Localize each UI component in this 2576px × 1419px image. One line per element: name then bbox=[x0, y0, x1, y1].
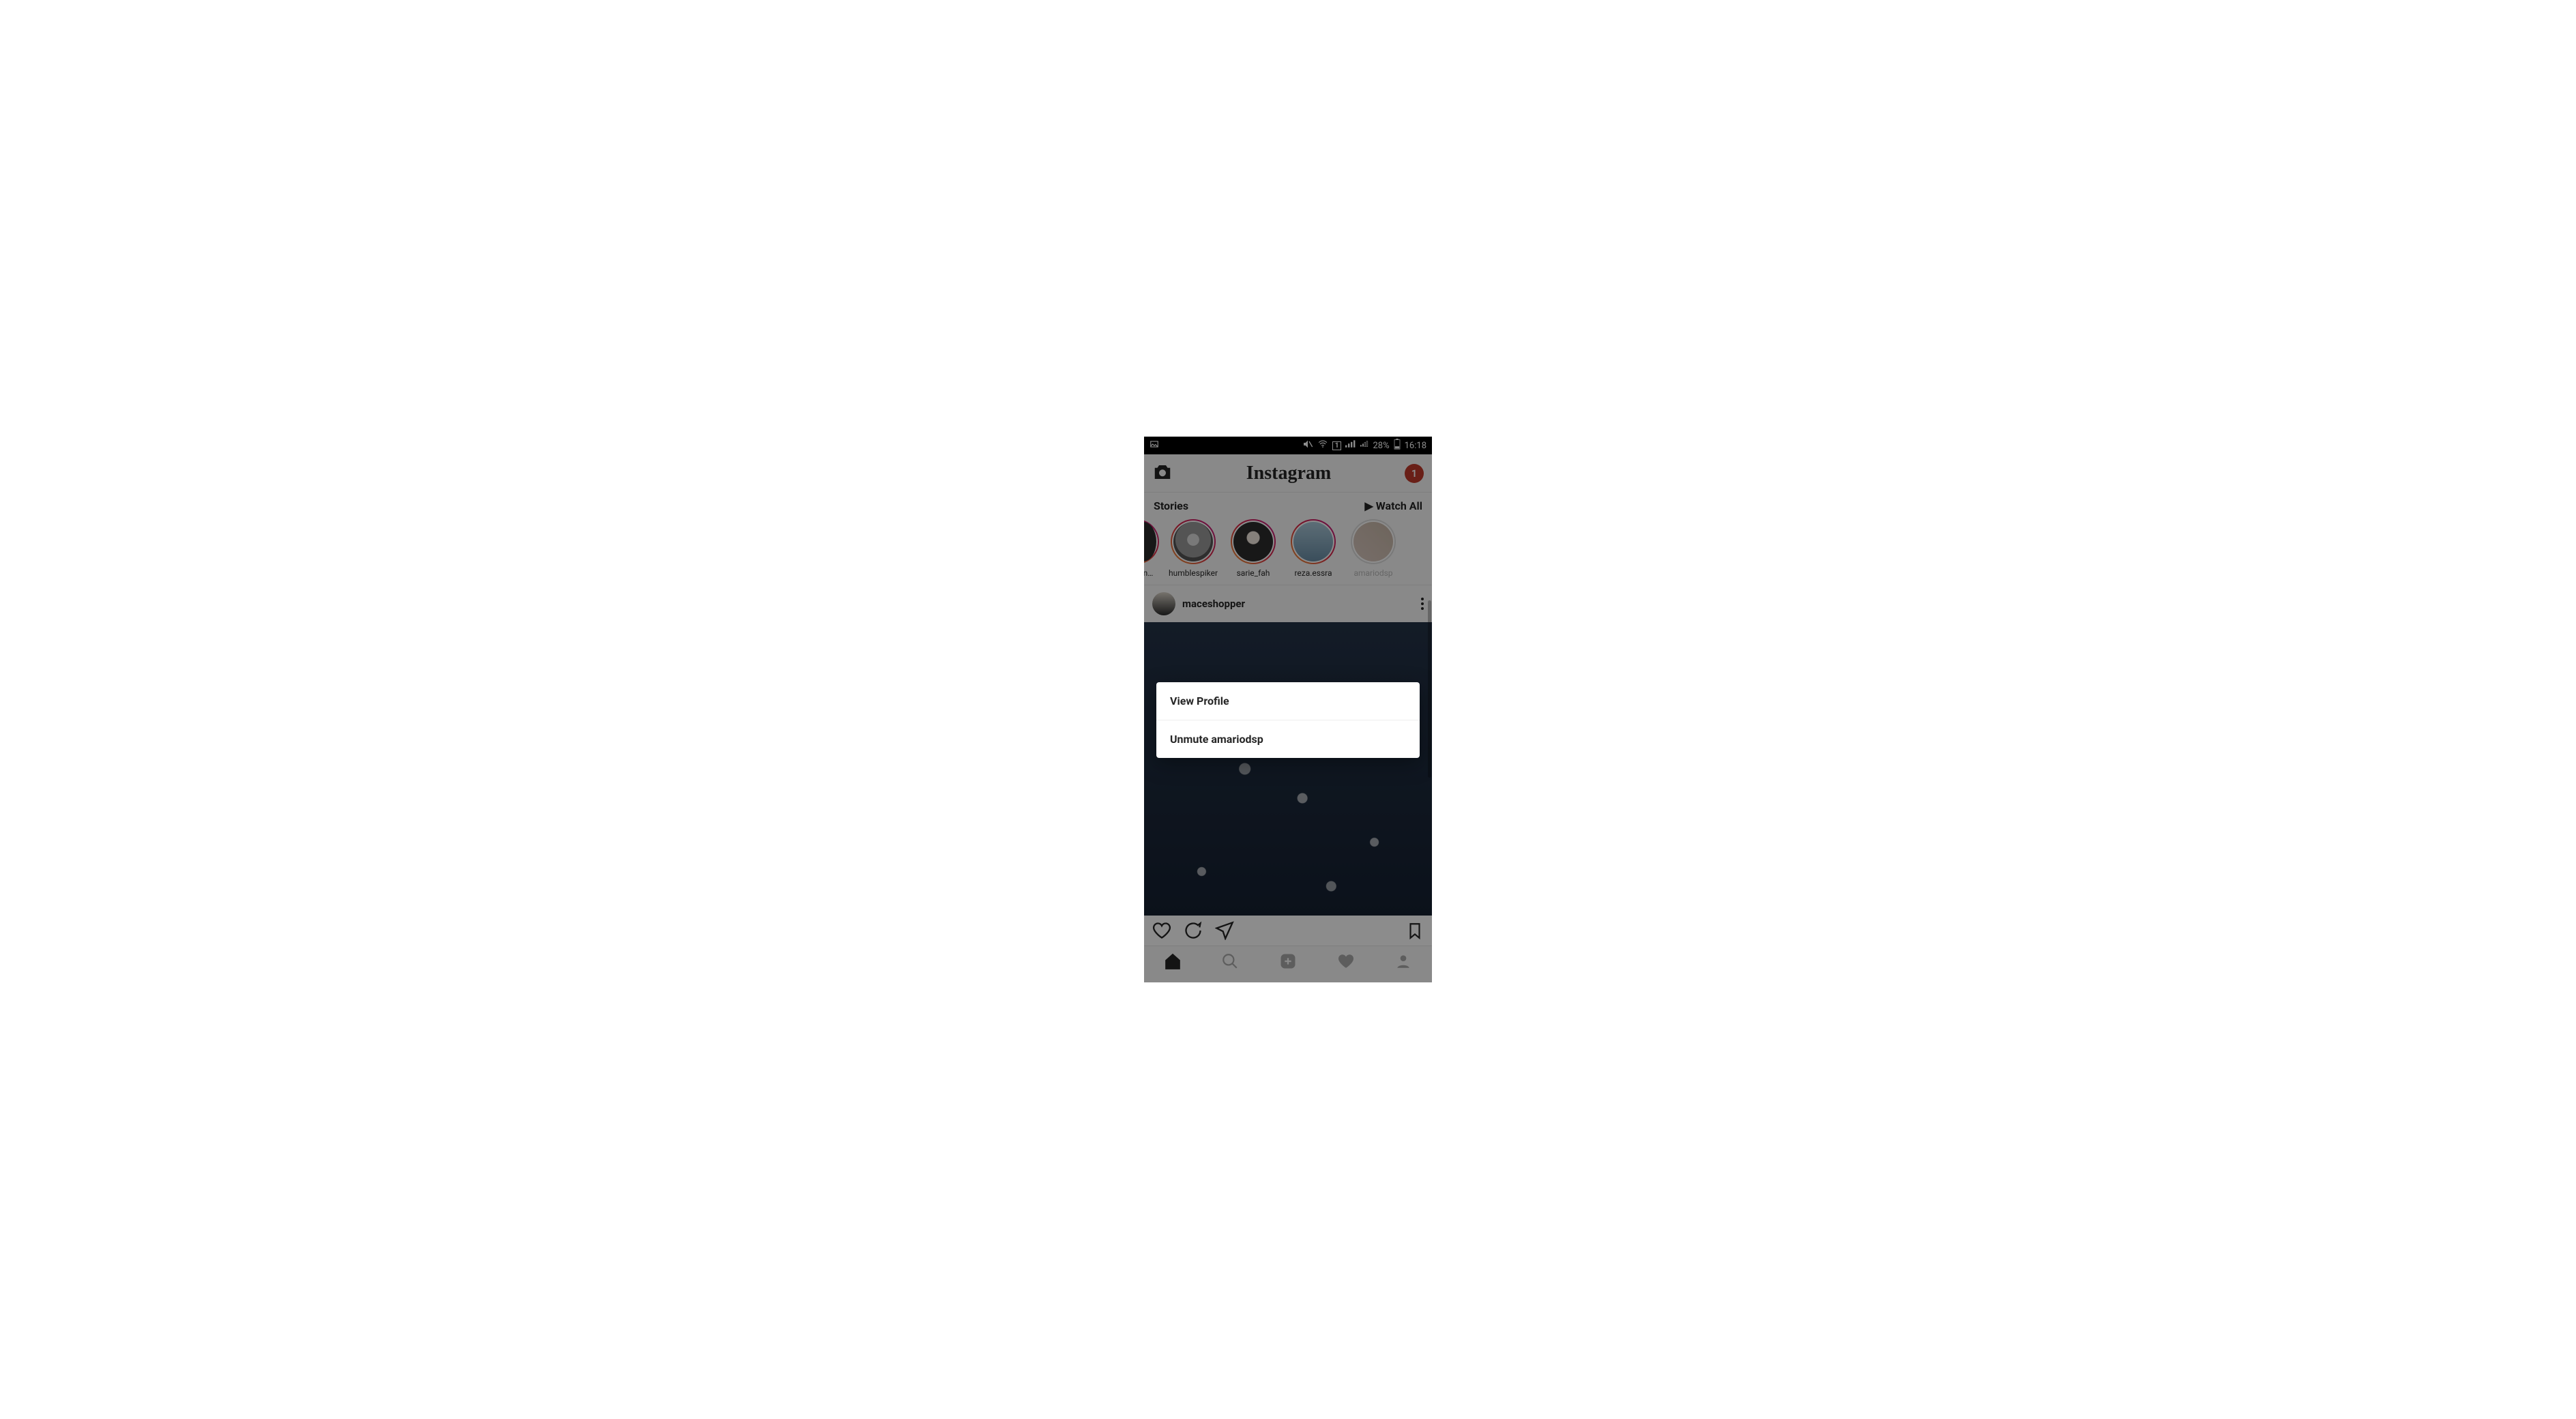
unmute-option[interactable]: Unmute amariodsp bbox=[1156, 720, 1420, 758]
post-options-icon[interactable] bbox=[1421, 598, 1424, 610]
story-item[interactable]: sarie_fah bbox=[1229, 519, 1278, 578]
clock-time: 16:18 bbox=[1405, 441, 1426, 451]
scrollbar-indicator bbox=[1428, 600, 1431, 778]
camera-icon[interactable] bbox=[1152, 463, 1173, 484]
post-header: maceshopper bbox=[1144, 585, 1432, 622]
story-item[interactable]: ikin… bbox=[1144, 519, 1158, 578]
instagram-logo: Instagram bbox=[1246, 463, 1331, 484]
app-bar: Instagram 1 bbox=[1144, 454, 1432, 493]
story-username: ikin… bbox=[1144, 568, 1153, 578]
nav-add-icon[interactable] bbox=[1278, 952, 1298, 974]
mute-icon bbox=[1302, 439, 1313, 452]
stories-title: Stories bbox=[1154, 499, 1188, 512]
phone-screen: 1 28% 16:18 Instagram 1 Stories ▶ Watch … bbox=[1144, 437, 1432, 982]
nav-profile-icon[interactable] bbox=[1394, 952, 1412, 973]
dm-badge[interactable]: 1 bbox=[1405, 464, 1424, 483]
sim-indicator: 1 bbox=[1332, 441, 1342, 450]
story-item[interactable]: humblespiker bbox=[1169, 519, 1218, 578]
battery-icon bbox=[1394, 439, 1401, 452]
watch-all-button[interactable]: ▶ Watch All bbox=[1364, 499, 1422, 512]
view-profile-option[interactable]: View Profile bbox=[1156, 682, 1420, 720]
play-icon: ▶ bbox=[1364, 499, 1373, 512]
comment-icon[interactable] bbox=[1184, 921, 1203, 943]
bottom-nav bbox=[1144, 946, 1432, 978]
share-icon[interactable] bbox=[1215, 921, 1234, 943]
story-item-muted[interactable]: amariodsp bbox=[1349, 519, 1398, 578]
wifi-icon bbox=[1317, 439, 1328, 452]
story-username: sarie_fah bbox=[1237, 568, 1270, 578]
story-username: reza.essra bbox=[1294, 568, 1332, 578]
post-avatar[interactable] bbox=[1152, 592, 1175, 615]
image-indicator-icon bbox=[1150, 439, 1159, 452]
nav-home-icon[interactable] bbox=[1164, 952, 1182, 973]
bookmark-icon[interactable] bbox=[1406, 921, 1424, 943]
story-username: amariodsp bbox=[1353, 568, 1392, 578]
watch-all-label: Watch All bbox=[1376, 499, 1422, 512]
story-options-modal: View Profile Unmute amariodsp bbox=[1156, 682, 1420, 758]
post-actions bbox=[1144, 916, 1432, 946]
post-image[interactable] bbox=[1144, 622, 1432, 916]
battery-percent: 28% bbox=[1373, 441, 1389, 451]
signal-icon bbox=[1345, 439, 1356, 452]
stories-header: Stories ▶ Watch All bbox=[1144, 493, 1432, 516]
status-bar: 1 28% 16:18 bbox=[1144, 437, 1432, 454]
nav-activity-icon[interactable] bbox=[1337, 952, 1355, 973]
nav-search-icon[interactable] bbox=[1221, 952, 1239, 973]
like-icon[interactable] bbox=[1152, 921, 1171, 943]
post-username[interactable]: maceshopper bbox=[1182, 598, 1245, 610]
stories-row[interactable]: ikin… humblespiker sarie_fah reza.essra … bbox=[1144, 516, 1432, 585]
story-username: humblespiker bbox=[1169, 568, 1218, 578]
story-item[interactable]: reza.essra bbox=[1289, 519, 1338, 578]
signal-icon-2 bbox=[1360, 439, 1368, 452]
